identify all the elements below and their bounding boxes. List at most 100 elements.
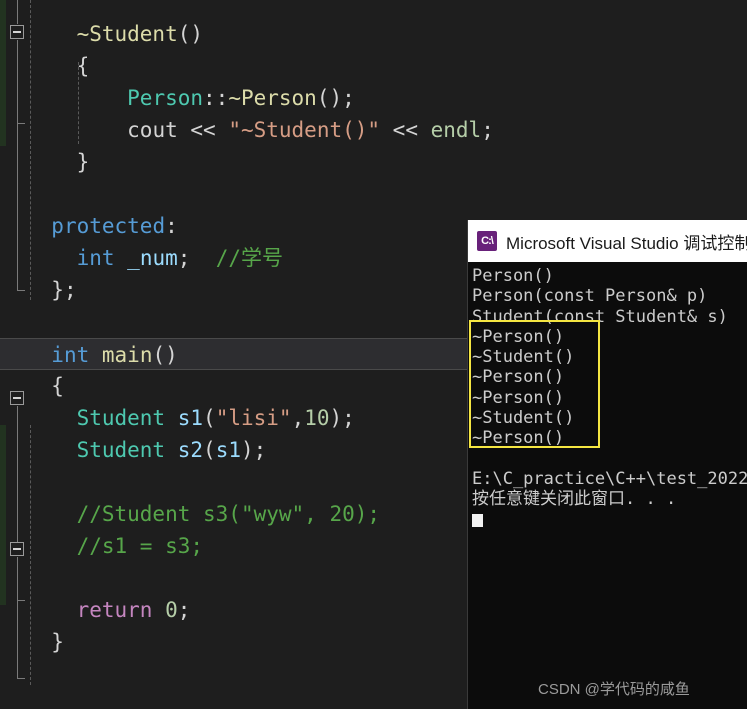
console-line: ~Person() (472, 326, 565, 347)
code-token: , (291, 406, 305, 430)
code-token: << (190, 118, 229, 142)
code-token: ~Student (76, 22, 178, 46)
code-line[interactable]: //s1 = s3; (0, 530, 203, 562)
code-token: int (76, 246, 115, 270)
console-line: ~Person() (472, 387, 565, 408)
code-token: ; (177, 246, 216, 270)
console-line: ~Student() (472, 347, 575, 368)
code-token: int (51, 343, 90, 367)
console-line: ~Person() (472, 428, 565, 449)
code-token: 0 (165, 598, 178, 622)
code-token: << (380, 118, 431, 142)
console-line: Person(const Person& p) (472, 286, 708, 307)
code-token: _num (127, 246, 178, 270)
code-token: } (76, 150, 90, 174)
code-token: }; (51, 278, 77, 302)
code-line[interactable]: }; (0, 274, 77, 306)
code-line[interactable]: Student s2(s1); (0, 434, 267, 466)
code-token: Person (127, 86, 204, 110)
code-line[interactable]: int _num; //学号 (0, 242, 283, 274)
code-token: { (76, 54, 90, 78)
console-line: Person() (472, 266, 554, 286)
code-token: cout (127, 118, 191, 142)
code-line[interactable]: { (0, 370, 64, 402)
outline-tick-4 (17, 678, 25, 679)
code-token: "lisi" (215, 406, 292, 430)
code-token: ; (177, 598, 191, 622)
code-token: //学号 (215, 246, 283, 270)
code-line[interactable]: cout << "~Student()" << endl; (0, 114, 494, 146)
code-token: endl (430, 118, 482, 142)
code-token: protected (51, 214, 166, 238)
code-line[interactable] (0, 178, 26, 210)
console-line: Student(const Student& s) (472, 306, 728, 327)
console-line: 按任意键关闭此窗口. . . (472, 489, 677, 510)
code-token: s1 (177, 406, 204, 430)
code-token: ( (203, 438, 216, 462)
code-token: () (177, 22, 204, 46)
code-token: ); (241, 438, 267, 462)
code-token: Student (76, 438, 166, 462)
code-token: main (101, 343, 153, 367)
code-token: return (76, 598, 153, 622)
code-token: ); (329, 406, 355, 430)
code-token: 10 (304, 406, 330, 430)
code-token: ~Person (228, 86, 317, 110)
code-token: "~Student()" (228, 118, 381, 142)
code-line[interactable]: { (0, 50, 90, 82)
code-line[interactable]: Person::~Person(); (0, 82, 355, 114)
code-line[interactable]: ~Student() (0, 18, 203, 50)
code-line[interactable]: Student s1("lisi",10); (0, 402, 355, 434)
console-line: ~Student() (472, 408, 575, 429)
code-line[interactable] (0, 466, 26, 498)
code-line[interactable] (0, 562, 26, 594)
code-line[interactable]: } (0, 146, 90, 178)
console-titlebar[interactable]: C:\ Microsoft Visual Studio 调试控制台 (468, 220, 747, 262)
code-token: Student (76, 406, 166, 430)
code-line[interactable] (0, 306, 26, 338)
code-token: } (51, 630, 64, 654)
code-token: //s1 = s3; (76, 534, 204, 558)
code-line[interactable]: return 0; (0, 594, 191, 626)
code-line[interactable]: //Student s3("wyw", 20); (0, 498, 380, 530)
console-line: ~Person() (472, 367, 565, 388)
console-line: E:\C_practice\C++\test_2022_ (472, 468, 747, 489)
code-token: ( (203, 406, 216, 430)
code-token: () (152, 343, 178, 367)
console-app-icon: C:\ (477, 231, 497, 251)
console-title-text: Microsoft Visual Studio 调试控制台 (506, 233, 747, 253)
code-line[interactable]: protected: (0, 210, 178, 242)
console-output: Person() Person(const Person& p) Student(c… (468, 262, 747, 510)
watermark-text: CSDN @学代码的咸鱼 (538, 681, 690, 698)
debug-console-window[interactable]: C:\ Microsoft Visual Studio 调试控制台 Person… (467, 220, 747, 709)
code-token: ; (481, 118, 494, 142)
code-line[interactable]: int main() (0, 338, 467, 370)
code-token: : (165, 214, 178, 238)
code-token: s1 (215, 438, 241, 462)
code-line[interactable]: } (0, 626, 64, 658)
code-token: :: (203, 86, 229, 110)
code-token: (); (316, 86, 355, 110)
code-token: { (51, 374, 64, 398)
code-token: //Student s3("wyw", 20); (76, 502, 381, 526)
